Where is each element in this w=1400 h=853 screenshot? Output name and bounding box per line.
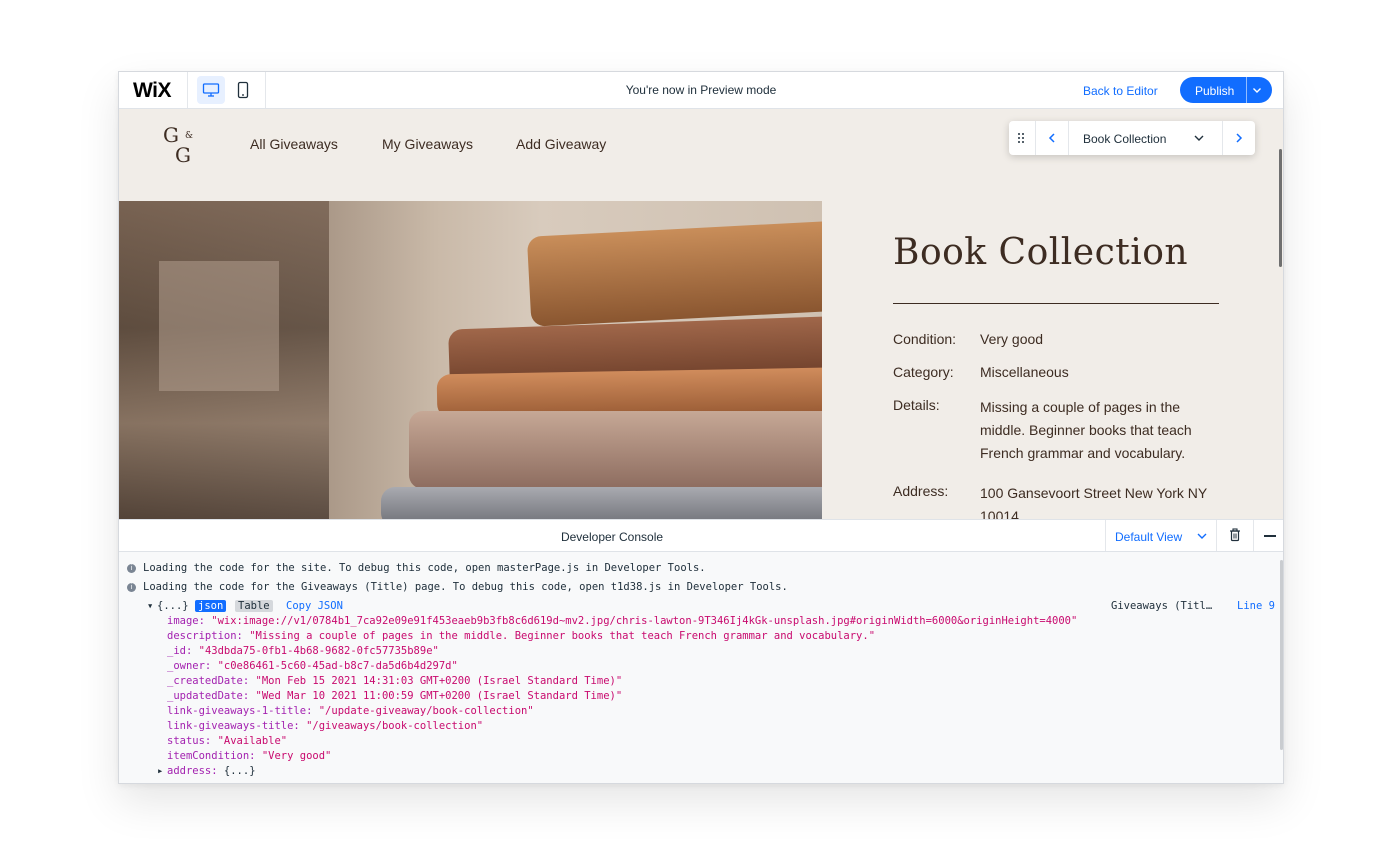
field-row: _id: "43dbda75-0fb1-4b68-9682-0fc57735b8… [167, 645, 439, 657]
console-header: Developer Console Default View [119, 520, 1283, 552]
field-row: description: "Missing a couple of pages … [167, 630, 875, 642]
minimize-icon[interactable] [1264, 535, 1276, 537]
field-key: link-giveaways-1-title: [167, 705, 313, 717]
field-value: "/update-giveaway/book-collection" [318, 705, 534, 717]
image-background [159, 261, 279, 391]
book-spine [526, 221, 822, 327]
field-row: _owner: "c0e86461-5c60-45ad-b8c7-da5d6b4… [167, 660, 458, 672]
book-spine [381, 487, 822, 519]
field-row: link-giveaways-title: "/giveaways/book-c… [167, 720, 483, 732]
field-value: "Mon Feb 15 2021 14:31:03 GMT+0200 (Isra… [255, 675, 623, 687]
console-log-line: Loading the code for the site. To debug … [143, 562, 706, 574]
console-title: Developer Console [560, 530, 664, 544]
field-value: {...} [223, 765, 256, 777]
site-logo[interactable]: G & G [163, 123, 203, 167]
field-value: "/giveaways/book-collection" [306, 720, 484, 732]
field-row: _createdDate: "Mon Feb 15 2021 14:31:03 … [167, 675, 622, 687]
divider [1068, 121, 1069, 155]
chevron-right-icon [1236, 133, 1243, 143]
field-value: "Wed Mar 10 2021 11:00:59 GMT+0200 (Isra… [255, 690, 623, 702]
table-tag-label: Table [235, 600, 273, 612]
expand-toggle-icon[interactable]: ▸ [157, 765, 163, 777]
site-preview: G & G All Giveaways My Giveaways Add Giv… [119, 109, 1283, 519]
console-output: i Loading the code for the site. To debu… [119, 552, 1279, 783]
field-row: image: "wix:image://v1/0784b1_7ca92e09e9… [167, 615, 1077, 627]
field-key: _createdDate: [167, 675, 250, 687]
field-key: description: [167, 630, 243, 642]
next-item-button[interactable] [1223, 121, 1255, 155]
book-spine [409, 411, 822, 489]
previous-item-button[interactable] [1036, 121, 1068, 155]
dynamic-page-navigator: Book Collection [1009, 121, 1255, 155]
field-row: _updatedDate: "Wed Mar 10 2021 11:00:59 … [167, 690, 622, 702]
publish-button[interactable]: Publish [1180, 77, 1272, 103]
dynamic-item-select[interactable]: Book Collection [1083, 132, 1166, 146]
divider [1216, 520, 1217, 551]
console-log-line: Loading the code for the Giveaways (Titl… [143, 581, 788, 593]
object-label[interactable]: {...} [157, 600, 189, 612]
field-row: itemCondition: "Very good" [167, 750, 331, 762]
field-key: _id: [167, 645, 193, 657]
nav-all-giveaways[interactable]: All Giveaways [250, 136, 338, 152]
copy-json-button[interactable]: Copy JSON [286, 600, 343, 612]
chevron-down-icon[interactable] [1251, 84, 1263, 99]
field-key: status: [167, 735, 212, 747]
nav-my-giveaways[interactable]: My Giveaways [382, 136, 473, 152]
info-icon: i [127, 564, 136, 573]
field-row[interactable]: address: {...} [167, 765, 256, 777]
logo-ampersand: & [185, 131, 194, 141]
title-divider [893, 303, 1219, 304]
field-value: "Available" [217, 735, 288, 747]
field-key: image: [167, 615, 205, 627]
category-value: Miscellaneous [980, 364, 1069, 380]
field-row: link-giveaways-1-title: "/update-giveawa… [167, 705, 534, 717]
json-tag-label: json [195, 600, 227, 612]
chevron-down-icon[interactable] [1196, 529, 1208, 547]
divider [1246, 77, 1247, 103]
chevron-left-icon [1048, 133, 1055, 143]
clear-console-button[interactable] [1228, 528, 1242, 547]
info-icon: i [127, 583, 136, 592]
view-select[interactable]: Default View [1115, 530, 1182, 544]
back-to-editor-link[interactable]: Back to Editor [1083, 84, 1158, 98]
field-key: address: [167, 765, 218, 777]
trash-icon [1230, 528, 1240, 542]
expand-toggle-icon[interactable]: ▾ [147, 600, 153, 612]
divider [1105, 520, 1106, 551]
condition-label: Condition: [893, 331, 957, 347]
preview-topbar: WiX You're now in Preview mode Back to E… [119, 72, 1283, 109]
category-label: Category: [893, 364, 954, 380]
field-key: _updatedDate: [167, 690, 250, 702]
logo-letter: G [175, 143, 191, 167]
field-key: link-giveaways-title: [167, 720, 300, 732]
console-scrollbar[interactable] [1280, 560, 1283, 750]
chevron-down-icon[interactable] [1189, 121, 1209, 155]
publish-label: Publish [1195, 84, 1235, 98]
divider [1253, 520, 1254, 551]
field-value: "c0e86461-5c60-45ad-b8c7-da5d6b4d297d" [217, 660, 458, 672]
preview-window: WiX You're now in Preview mode Back to E… [118, 71, 1284, 784]
field-value: "43dbda75-0fb1-4b68-9682-0fc57735b89e" [198, 645, 439, 657]
field-value: "Very good" [261, 750, 332, 762]
table-tab[interactable]: Table [235, 600, 273, 612]
details-label: Details: [893, 397, 940, 413]
site-scrollbar[interactable] [1279, 149, 1282, 267]
field-key: _owner: [167, 660, 212, 672]
condition-value: Very good [980, 331, 1044, 347]
nav-add-giveaway[interactable]: Add Giveaway [516, 136, 606, 152]
book-image [119, 201, 822, 519]
address-label: Address: [893, 483, 949, 499]
field-value: "Missing a couple of pages in the middle… [249, 630, 876, 642]
line-reference[interactable]: Line 9 [1237, 600, 1275, 612]
field-row: status: "Available" [167, 735, 287, 747]
field-key: itemCondition: [167, 750, 256, 762]
json-tab[interactable]: json [195, 600, 227, 612]
developer-console: Developer Console Default View i Loading… [119, 519, 1283, 783]
field-value: "wix:image://v1/0784b1_7ca92e09e91f453ea… [211, 615, 1078, 627]
page-title: Book Collection [893, 232, 1189, 273]
drag-handle-icon[interactable] [1009, 121, 1033, 155]
source-reference[interactable]: Giveaways (Titl… [1111, 600, 1212, 612]
details-value: Missing a couple of pages in the middle.… [980, 399, 1192, 461]
address-value: 100 Gansevoort Street New York NY 10014 [980, 485, 1207, 519]
